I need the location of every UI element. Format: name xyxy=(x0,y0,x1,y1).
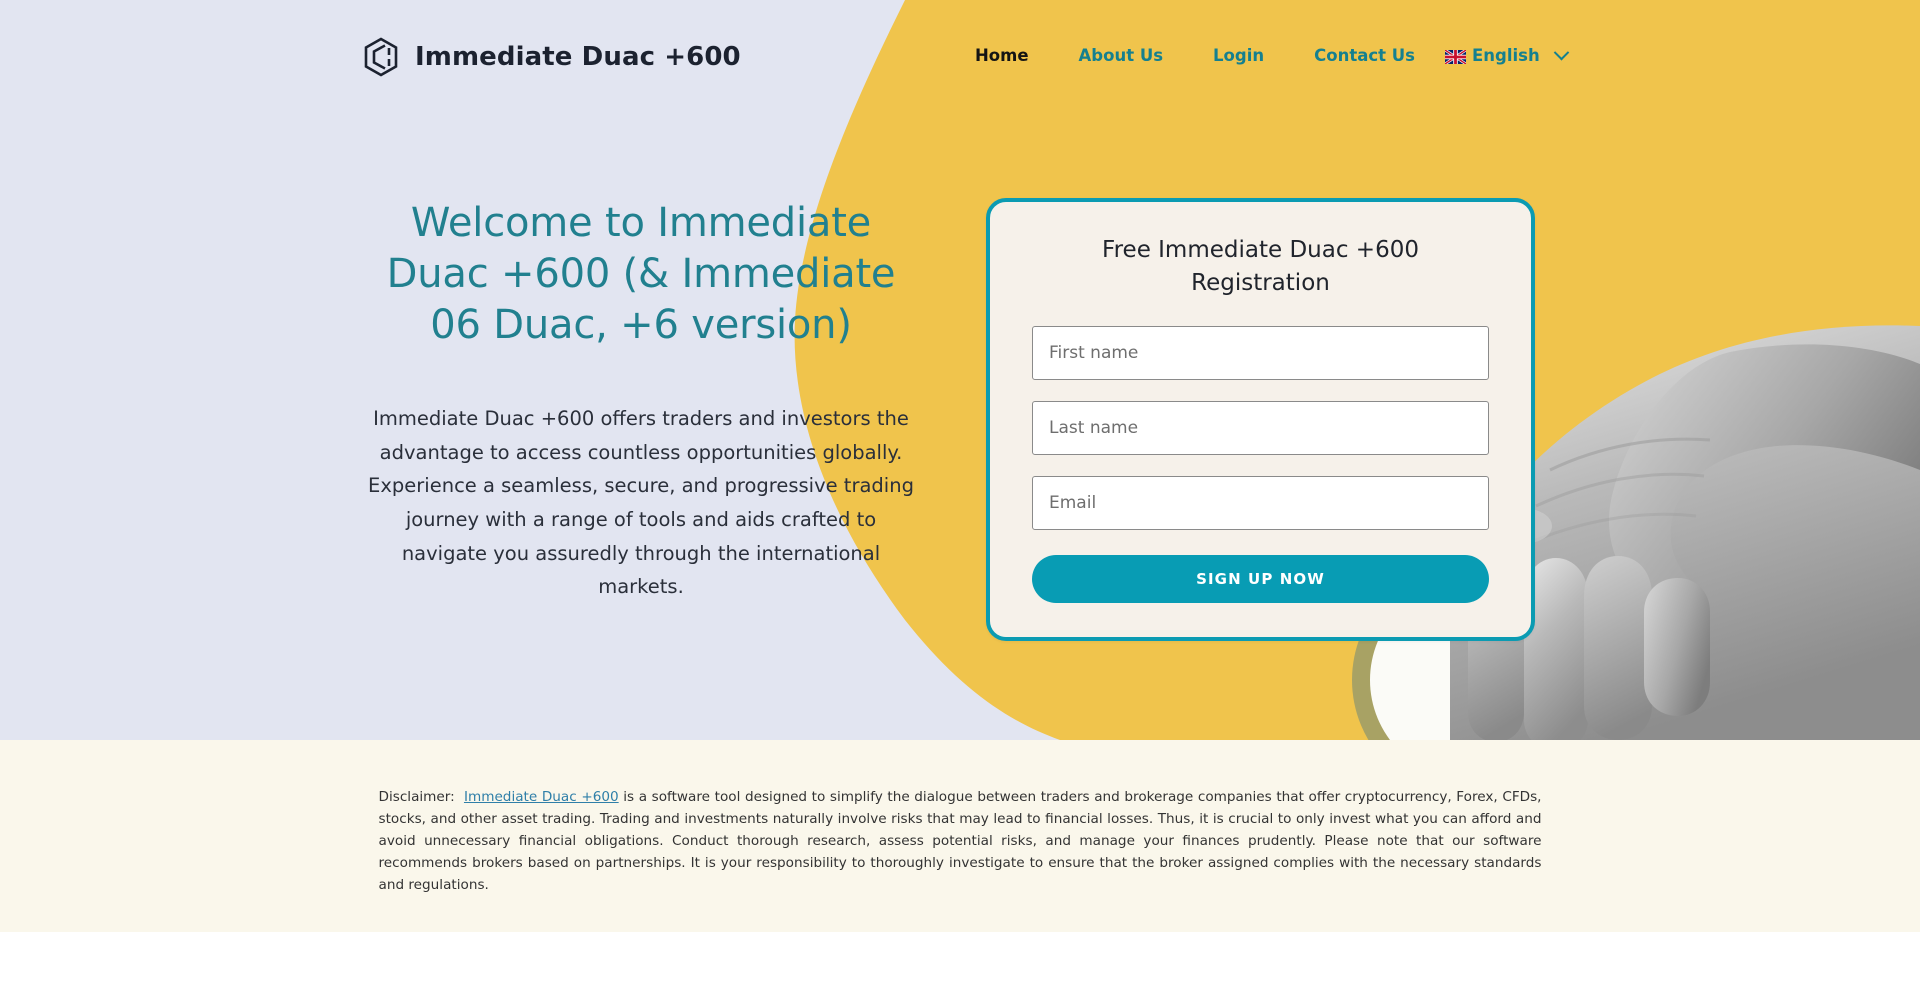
disclaimer-brand-link[interactable]: Immediate Duac +600 xyxy=(464,789,619,805)
hero-subtitle: Immediate Duac +600 offers traders and i… xyxy=(368,407,914,599)
language-selector[interactable]: English xyxy=(1444,44,1569,65)
email-input[interactable] xyxy=(1032,476,1489,531)
uk-flag-icon xyxy=(1444,48,1467,65)
disclaimer-section: Disclaimer: Immediate Duac +600 is a sof… xyxy=(0,740,1920,932)
registration-title: Free Immediate Duac +600 Registration xyxy=(1102,237,1419,296)
nav-item-about-us[interactable]: About Us xyxy=(1079,46,1164,65)
page-root: Immediate Duac +600 Home About Us Login … xyxy=(0,0,1920,1000)
brand-name: Immediate Duac +600 xyxy=(415,42,741,72)
hero-copy: Welcome to Immediate Duac +600 (& Immedi… xyxy=(363,198,919,604)
site-header: Immediate Duac +600 Home About Us Login … xyxy=(0,0,1920,118)
primary-navigation: Home About Us Login Contact Us English xyxy=(975,44,1569,65)
nav-item-login[interactable]: Login xyxy=(1213,46,1264,65)
nav-item-home[interactable]: Home xyxy=(975,46,1029,65)
registration-card: Free Immediate Duac +600 Registration SI… xyxy=(986,198,1535,642)
sign-up-now-button[interactable]: SIGN UP NOW xyxy=(1032,555,1489,604)
hexagon-c-logo-icon xyxy=(363,37,399,77)
chevron-down-icon xyxy=(1553,44,1569,61)
last-name-input[interactable] xyxy=(1032,401,1489,456)
disclaimer-prefix: Disclaimer: xyxy=(378,789,455,805)
first-name-input[interactable] xyxy=(1032,326,1489,381)
language-label: English xyxy=(1471,46,1540,65)
hero-title: Welcome to Immediate Duac +600 (& Immedi… xyxy=(386,200,896,348)
footer-blank-area xyxy=(0,932,1920,1000)
hero-section: Immediate Duac +600 Home About Us Login … xyxy=(0,0,1920,740)
nav-item-contact-us[interactable]: Contact Us xyxy=(1314,46,1415,65)
disclaimer-text: Disclaimer: Immediate Duac +600 is a sof… xyxy=(379,786,1542,896)
brand-logo-group[interactable]: Immediate Duac +600 xyxy=(363,37,741,77)
